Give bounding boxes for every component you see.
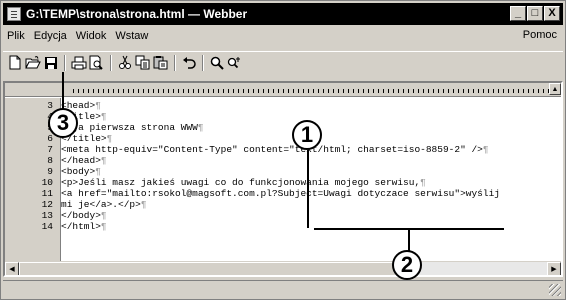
line-number: 9: [47, 166, 53, 177]
scroll-right-icon[interactable]: ▶: [547, 262, 561, 275]
code-line: 3 <head>¶: [5, 100, 561, 111]
code-line: 4 <title>¶: [5, 111, 561, 122]
callout-2: 2: [392, 250, 422, 280]
line-number: 6: [47, 133, 53, 144]
window-title: G:\TEMP\strona\strona.html — Webber: [26, 7, 248, 21]
line-number: 14: [41, 221, 53, 232]
menu-widok[interactable]: Widok: [76, 30, 107, 42]
find-icon[interactable]: [208, 54, 225, 71]
callout-1-pointer: [307, 150, 309, 228]
line-number: 7: [47, 144, 53, 155]
code-line: 11 <a href="mailto:rsokol@magsoft.com.pl…: [5, 188, 561, 199]
ruler: ▲: [5, 83, 561, 97]
line-number: 13: [41, 210, 53, 221]
toolbar-separator: [174, 54, 176, 71]
scroll-up-icon[interactable]: ▲: [549, 83, 561, 95]
maximize-button[interactable]: □: [527, 6, 543, 21]
close-button[interactable]: X: [544, 6, 560, 21]
undo-icon[interactable]: [180, 54, 197, 71]
code-line: 13 </body>¶: [5, 210, 561, 221]
new-file-icon[interactable]: [6, 54, 23, 71]
open-folder-icon[interactable]: [24, 54, 41, 71]
print-icon[interactable]: [70, 54, 87, 71]
code-text: <body>¶: [61, 166, 101, 177]
code-line: 6 </title>¶: [5, 133, 561, 144]
menu-wstaw[interactable]: Wstaw: [115, 30, 148, 42]
code-line: 5 Moja pierwsza strona WWW¶: [5, 122, 561, 133]
code-text: <p>Jeśli masz jakieś uwagi co do funkcjo…: [61, 177, 426, 188]
resize-grip-icon[interactable]: [549, 284, 561, 296]
paste-icon[interactable]: [152, 54, 169, 71]
title-bar[interactable]: G:\TEMP\strona\strona.html — Webber _ □ …: [3, 3, 563, 25]
menu-bar: Plik Edycja Widok Wstaw Pomoc: [3, 27, 563, 45]
cut-icon[interactable]: [116, 54, 133, 71]
menu-pomoc[interactable]: Pomoc: [523, 29, 557, 41]
toolbar: [3, 51, 563, 73]
line-number: 11: [41, 188, 53, 199]
code-line: 9 <body>¶: [5, 166, 561, 177]
toolbar-separator: [202, 54, 204, 71]
code-line: 12 mi je</a>.</p>¶: [5, 199, 561, 210]
line-number: 3: [47, 100, 53, 111]
code-text: </head>¶: [61, 155, 107, 166]
code-line: 10 <p>Jeśli masz jakieś uwagi co do funk…: [5, 177, 561, 188]
find-replace-icon[interactable]: [226, 54, 243, 71]
app-window: G:\TEMP\strona\strona.html — Webber _ □ …: [0, 0, 566, 300]
code-text: Moja pierwsza strona WWW¶: [61, 122, 204, 133]
scroll-left-icon[interactable]: ◀: [5, 262, 19, 275]
code-text: <meta http-equiv="Content-Type" content=…: [61, 144, 489, 155]
code-line: 14 </html>¶: [5, 221, 561, 232]
minimize-button[interactable]: _: [510, 6, 526, 21]
callout-1: 1: [292, 120, 322, 150]
toolbar-separator: [64, 54, 66, 71]
copy-icon[interactable]: [134, 54, 151, 71]
menu-edycja[interactable]: Edycja: [34, 30, 67, 42]
line-number: 12: [41, 199, 53, 210]
code-lines[interactable]: 3<head>¶ 4 <title>¶ 5 Moja pierwsza stro…: [5, 100, 561, 232]
code-text: </html>¶: [61, 221, 107, 232]
line-number: 8: [47, 155, 53, 166]
print-preview-icon[interactable]: [88, 54, 105, 71]
code-editor[interactable]: ▲ 3<head>¶ 4 <title>¶ 5 Moja pierwsza st…: [3, 81, 563, 277]
app-document-icon: [7, 7, 21, 21]
ruler-ticks: [73, 89, 557, 93]
status-bar: [3, 280, 563, 298]
code-text: </body>¶: [61, 210, 107, 221]
toolbar-separator: [110, 54, 112, 71]
code-line: 7 <meta http-equiv="Content-Type" conten…: [5, 144, 561, 155]
menu-plik[interactable]: Plik: [7, 30, 25, 42]
code-text: <a href="mailto:rsokol@magsoft.com.pl?Su…: [61, 188, 500, 199]
save-icon[interactable]: [42, 54, 59, 71]
callout-3: 3: [48, 108, 78, 138]
callout-3-pointer: [62, 72, 64, 110]
line-number: 10: [41, 177, 53, 188]
scrollbar-thumb[interactable]: [19, 262, 399, 275]
horizontal-scrollbar[interactable]: ◀ ▶: [5, 261, 561, 275]
window-controls: _ □ X: [510, 6, 560, 21]
code-line: 8 </head>¶: [5, 155, 561, 166]
code-text: mi je</a>.</p>¶: [61, 199, 147, 210]
